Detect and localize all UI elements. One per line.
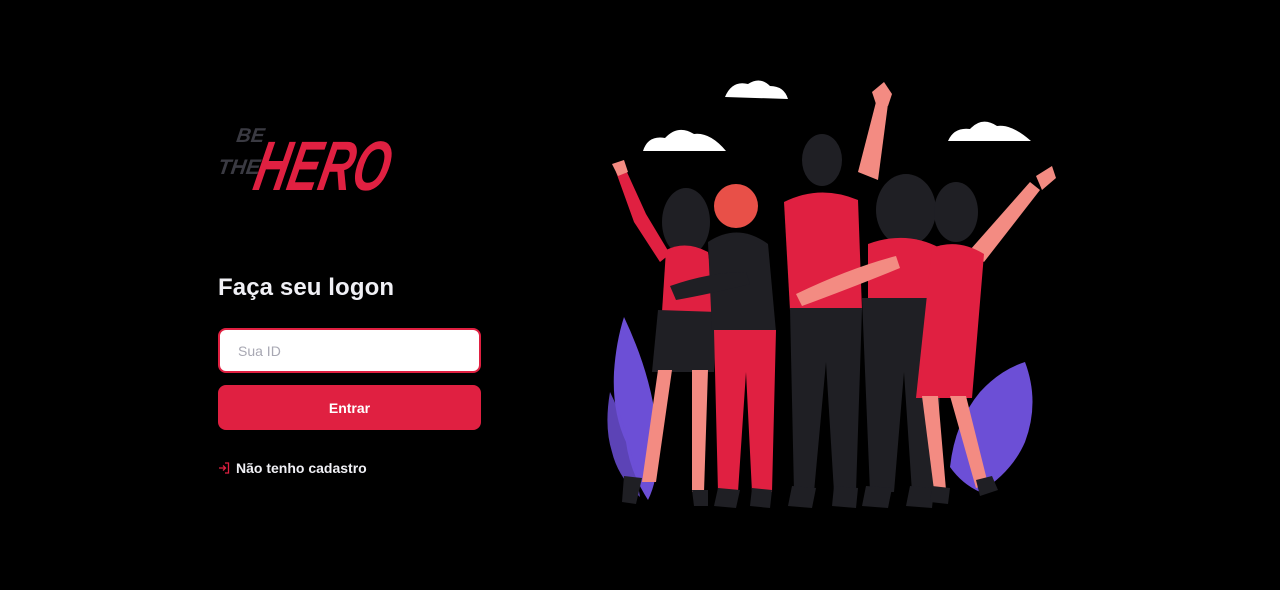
logon-page: BE THE HERO Faça seu logon Entrar Não te… [0, 0, 1280, 590]
cloud-icon [643, 129, 726, 151]
cloud-icon [948, 121, 1031, 141]
logon-form: Entrar [218, 302, 482, 430]
enter-button[interactable]: Entrar [218, 385, 481, 430]
heroes-illustration [607, 80, 1056, 508]
log-in-icon [219, 462, 230, 474]
cloud-icon [725, 80, 788, 99]
logo-hero: HERO [248, 127, 399, 196]
id-input[interactable] [218, 328, 481, 373]
be-the-hero-logo: BE THE HERO [218, 125, 399, 196]
register-link-label: Não tenho cadastro [236, 460, 367, 476]
page-title: Faça seu logon [218, 274, 395, 301]
logon-section: BE THE HERO Faça seu logon Entrar Não te… [218, 112, 482, 476]
register-link[interactable]: Não tenho cadastro [218, 460, 482, 476]
